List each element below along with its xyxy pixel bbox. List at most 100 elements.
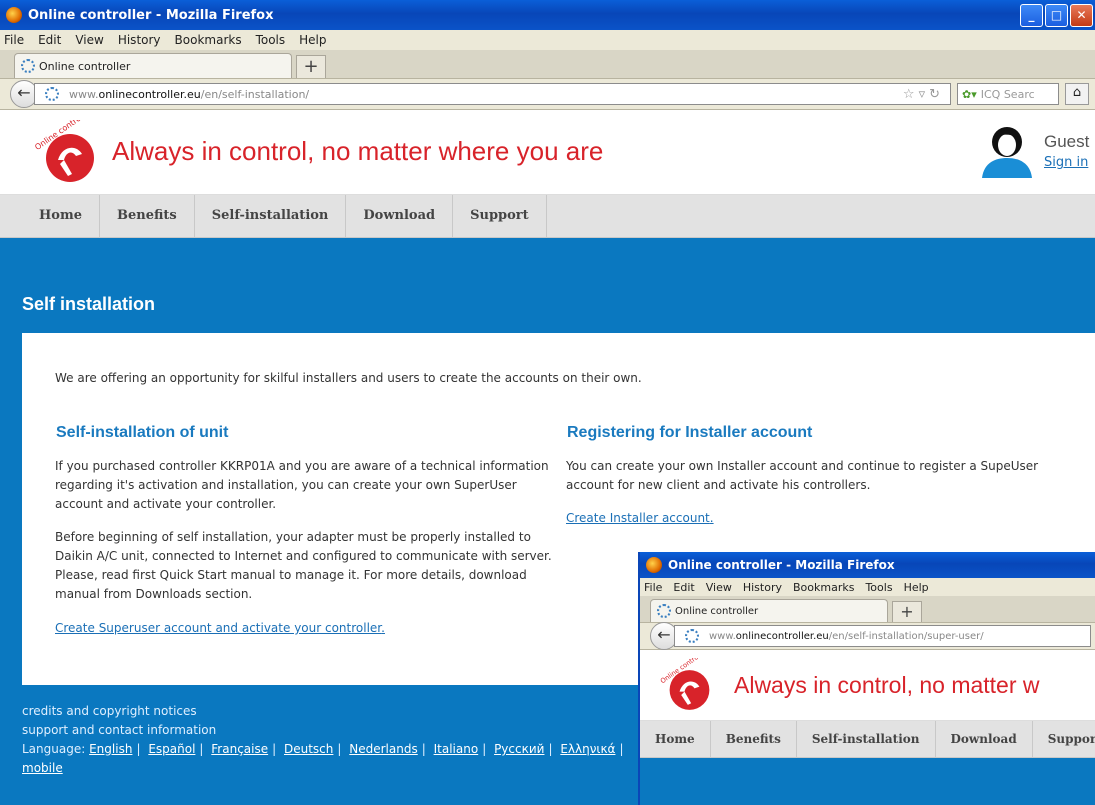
firefox-icon — [6, 7, 22, 23]
url-bar[interactable]: www. onlinecontroller.eu/en/self-installa… — [34, 83, 951, 105]
menu-file[interactable]: File — [4, 33, 24, 47]
close-button[interactable]: ✕ — [1070, 3, 1093, 27]
nav-benefits[interactable]: Benefits — [711, 721, 797, 757]
site-header: Online controller Always in control, no … — [0, 110, 1095, 195]
create-superuser-link-text[interactable]: Create Superuser account and activate yo… — [55, 621, 381, 635]
link-suffix: . — [381, 621, 385, 635]
site-navigation: Home Benefits Self-installation Download… — [0, 195, 1095, 238]
credits-link[interactable]: credits and copyright notices — [22, 702, 628, 721]
language-dutch[interactable]: Nederlands — [349, 742, 417, 756]
tab-online-controller[interactable]: Online controller — [14, 53, 292, 78]
menu-file[interactable]: File — [644, 581, 662, 594]
language-label: Language: — [22, 742, 86, 756]
tab-label: Online controller — [39, 59, 131, 73]
site-favicon-icon — [657, 604, 671, 618]
language-spanish[interactable]: Español — [148, 742, 195, 756]
installer-para-1: You can create your own Installer accoun… — [566, 459, 1039, 492]
site-favicon-icon — [21, 59, 35, 73]
firefox-icon — [646, 557, 662, 573]
menu-bookmarks[interactable]: Bookmarks — [175, 33, 242, 47]
self-installation-para-1: If you purchased controller KKRP01A and … — [55, 459, 549, 511]
menu-tools[interactable]: Tools — [256, 33, 286, 47]
language-french[interactable]: Française — [211, 742, 268, 756]
self-installation-heading: Self-installation of unit — [56, 424, 229, 441]
maximize-button[interactable]: □ — [1045, 3, 1068, 27]
navigation-toolbar: ← www. onlinecontroller.eu/en/self-instal… — [0, 79, 1095, 110]
second-title-bar: Online controller - Mozilla Firefox — [640, 552, 1095, 578]
menu-history[interactable]: History — [743, 581, 782, 594]
nav-self-installation[interactable]: Self-installation — [195, 195, 347, 237]
second-url-bar[interactable]: www. onlinecontroller.eu/en/self-installa… — [674, 625, 1091, 647]
create-installer-link[interactable]: Create Installer account. — [566, 511, 714, 525]
language-greek[interactable]: Ελληνικά — [560, 742, 615, 756]
online-controller-logo[interactable]: Online controller — [658, 658, 716, 712]
second-tab[interactable]: Online controller — [650, 599, 888, 622]
menu-tools[interactable]: Tools — [865, 581, 892, 594]
second-menu-bar: File Edit View History Bookmarks Tools H… — [640, 578, 1095, 596]
search-input[interactable]: ✿▾ ICQ Searc — [957, 83, 1059, 105]
second-tab-label: Online controller — [675, 605, 759, 617]
window-title: Online controller - Mozilla Firefox — [28, 7, 274, 23]
menu-edit[interactable]: Edit — [673, 581, 694, 594]
bookmark-star-icon[interactable]: ☆▿↻ — [903, 87, 944, 102]
nav-benefits[interactable]: Benefits — [100, 195, 195, 237]
menu-history[interactable]: History — [118, 33, 161, 47]
tab-bar: Online controller + — [0, 50, 1095, 79]
menu-help[interactable]: Help — [299, 33, 326, 47]
self-installation-para-2: Before beginning of self installation, y… — [55, 530, 552, 601]
title-bar: Online controller - Mozilla Firefox _ □ … — [0, 0, 1095, 30]
url-prefix: www. — [69, 87, 99, 101]
nav-download[interactable]: Download — [936, 721, 1033, 757]
second-navigation-toolbar: ← www. onlinecontroller.eu/en/self-instal… — [640, 622, 1095, 650]
second-site-header: Online controller Always in control, no … — [640, 650, 1095, 721]
guest-avatar — [982, 127, 1032, 178]
language-selector: Language: English | Español | Française | D… — [22, 742, 624, 756]
second-window-title: Online controller - Mozilla Firefox — [668, 558, 895, 572]
nav-support[interactable]: Support — [1033, 721, 1095, 757]
site-footer: credits and copyright notices support an… — [22, 702, 628, 778]
url-domain: onlinecontroller.eu — [98, 87, 201, 101]
nav-self-installation[interactable]: Self-installation — [797, 721, 936, 757]
search-placeholder: ICQ Searc — [980, 87, 1035, 101]
menu-bar: File Edit View History Bookmarks Tools H… — [0, 30, 1095, 50]
menu-view[interactable]: View — [75, 33, 103, 47]
url-domain: onlinecontroller.eu — [735, 630, 829, 642]
nav-home[interactable]: Home — [640, 721, 711, 757]
second-site-navigation: Home Benefits Self-installation Download… — [640, 721, 1095, 758]
site-identity-icon[interactable] — [45, 87, 59, 101]
mobile-link[interactable]: mobile — [22, 761, 63, 775]
language-english[interactable]: English — [89, 742, 132, 756]
search-engine-icon[interactable]: ✿▾ — [962, 88, 977, 101]
second-content-area — [640, 758, 1095, 805]
minimize-button[interactable]: _ — [1020, 3, 1043, 27]
language-german[interactable]: Deutsch — [284, 742, 333, 756]
language-italian[interactable]: Italiano — [434, 742, 479, 756]
page-title: Self installation — [22, 294, 156, 314]
second-site-slogan: Always in control, no matter w — [734, 672, 1040, 698]
create-superuser-link[interactable]: Create Superuser account and activate yo… — [55, 621, 385, 635]
nav-home[interactable]: Home — [22, 195, 100, 237]
new-tab-button[interactable]: + — [296, 55, 326, 78]
intro-text: We are offering an opportunity for skilf… — [55, 371, 642, 385]
guest-name: Guest — [1044, 132, 1090, 151]
home-button[interactable]: ⌂ — [1065, 83, 1089, 105]
menu-edit[interactable]: Edit — [38, 33, 61, 47]
create-installer-link-text[interactable]: Create Installer account — [566, 511, 710, 525]
url-path: /en/self-installation/super-user/ — [828, 630, 984, 642]
url-path: /en/self-installation/ — [200, 87, 310, 101]
language-russian[interactable]: Русский — [494, 742, 544, 756]
sign-in-link[interactable]: Sign in — [1044, 155, 1088, 170]
new-tab-button[interactable]: + — [892, 601, 922, 622]
second-tab-bar: Online controller + — [640, 596, 1095, 623]
second-browser-window[interactable]: Online controller - Mozilla Firefox File… — [638, 552, 1095, 805]
menu-bookmarks[interactable]: Bookmarks — [793, 581, 854, 594]
menu-help[interactable]: Help — [904, 581, 929, 594]
menu-view[interactable]: View — [706, 581, 732, 594]
nav-download[interactable]: Download — [346, 195, 454, 237]
online-controller-logo[interactable]: Online controller — [32, 120, 102, 184]
support-link[interactable]: support and contact information — [22, 721, 628, 740]
installer-heading: Registering for Installer account — [567, 424, 813, 441]
site-identity-icon[interactable] — [685, 629, 699, 643]
link-suffix: . — [709, 511, 714, 525]
nav-support[interactable]: Support — [453, 195, 547, 237]
